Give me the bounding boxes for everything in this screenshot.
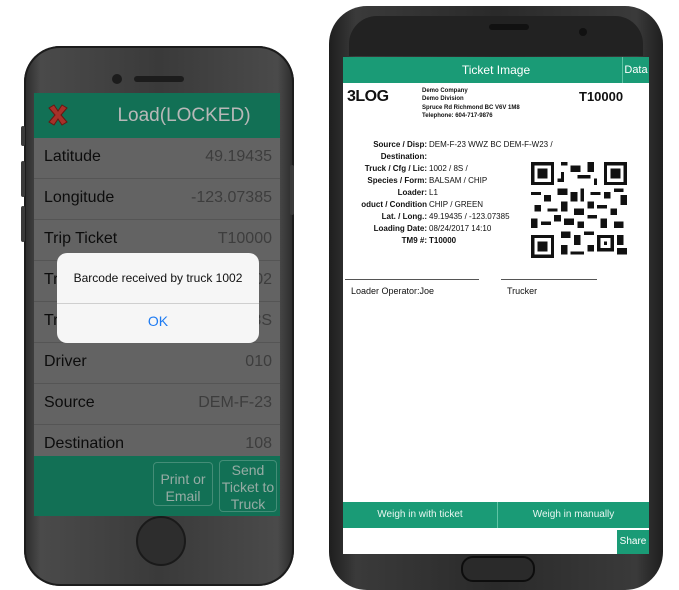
company-info: Demo Company Demo Division Spruce Rd Ric… — [422, 87, 520, 120]
field-value: 49.19435 / -123.07385 — [429, 212, 510, 221]
ticket-number: T10000 — [579, 89, 624, 104]
ok-button[interactable]: OK — [57, 313, 259, 329]
front-camera — [112, 74, 122, 84]
field-key: TM9 #: — [401, 236, 427, 245]
loader-operator: Loader Operator:Joe — [351, 286, 434, 296]
iphone-screen: Load(LOCKED) Latitude 49.19435 Longitude… — [34, 93, 280, 516]
trucker-signature-line — [501, 279, 597, 280]
share-button[interactable]: Share — [617, 530, 649, 554]
field-key: Source / Disp: — [373, 140, 427, 149]
field-key: Destination: — [380, 152, 427, 161]
alert-divider — [57, 303, 259, 304]
data-button[interactable]: Data — [622, 57, 649, 83]
earpiece-speaker — [489, 24, 529, 30]
company-division: Demo Division — [422, 96, 464, 102]
field-value: 08/24/2017 14:10 — [429, 224, 492, 233]
loader-signature-line — [345, 279, 479, 280]
field-key: Loader: — [397, 188, 427, 197]
field-key: oduct / Condition — [361, 200, 427, 209]
volume-down-button — [21, 206, 25, 242]
home-button[interactable] — [136, 516, 186, 566]
company-address: Spruce Rd Richmond BC V6V 1M8 — [422, 105, 520, 111]
field-key: Species / Form: — [367, 176, 427, 185]
field-value: BALSAM / CHIP — [429, 176, 488, 185]
field-value: CHIP / GREEN — [429, 200, 484, 209]
trucker-label: Trucker — [507, 286, 538, 296]
weigh-in-manually-button[interactable]: Weigh in manually — [498, 502, 649, 528]
field-value: 1002 / 8S / — [429, 164, 468, 173]
home-button[interactable] — [461, 556, 535, 582]
weigh-in-with-ticket-button[interactable]: Weigh in with ticket — [343, 502, 498, 528]
company-name: Demo Company — [422, 88, 468, 94]
top-bezel — [349, 16, 643, 56]
volume-up-button — [21, 161, 25, 197]
qr-code-icon — [531, 162, 627, 258]
loader-operator-label: Loader Operator: — [351, 286, 420, 296]
power-button — [290, 165, 294, 215]
title-bar: Ticket Image Data — [343, 57, 649, 83]
alert-dialog: Barcode received by truck 1002 OK — [57, 253, 259, 343]
field-key: Lat. / Long.: — [381, 212, 427, 221]
field-value: DEM-F-23 WWZ BC DEM-F-W23 / — [429, 140, 553, 149]
field-key: Loading Date: — [373, 224, 427, 233]
mute-switch — [21, 126, 25, 146]
loader-operator-value: Joe — [419, 286, 435, 296]
field-value: L1 — [429, 188, 438, 197]
bottom-action-bar: Weigh in with ticket Weigh in manually — [343, 502, 649, 528]
front-camera — [579, 28, 587, 36]
company-logo: 3LOG — [347, 88, 389, 105]
field-value: T10000 — [429, 236, 457, 245]
android-screen: Ticket Image Data 3LOG Demo Company Demo… — [343, 57, 649, 554]
screen-title: Ticket Image — [461, 63, 531, 77]
field-key: Truck / Cfg / Lic: — [364, 164, 427, 173]
alert-message: Barcode received by truck 1002 — [73, 271, 243, 285]
company-telephone: Telephone: 604-717-9876 — [422, 113, 493, 119]
earpiece-speaker — [134, 76, 184, 82]
